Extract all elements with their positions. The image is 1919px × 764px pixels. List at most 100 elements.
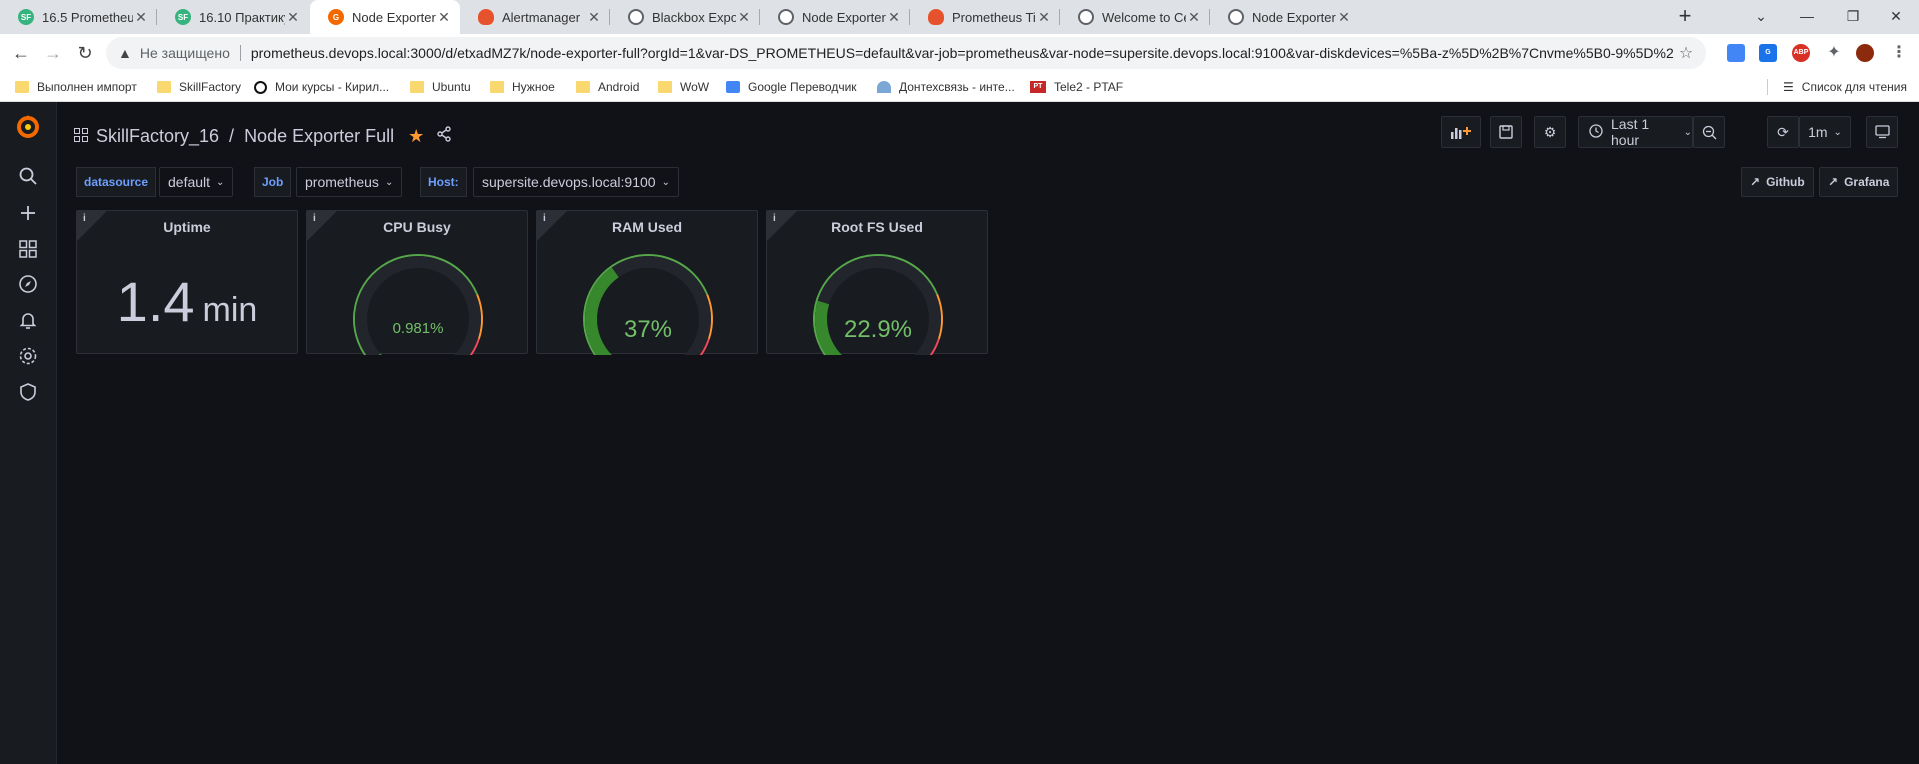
add-panel-button[interactable] xyxy=(1441,116,1481,148)
url-text[interactable]: prometheus.devops.local:3000/d/etxadMZ7k… xyxy=(251,45,1674,61)
warning-icon[interactable]: ▲ xyxy=(118,45,132,61)
close-icon[interactable]: ✕ xyxy=(133,9,149,26)
dashboard-settings-button[interactable]: ⚙ xyxy=(1534,116,1566,148)
save-dashboard-button[interactable] xyxy=(1490,116,1522,148)
folder-icon xyxy=(658,81,672,93)
panel-root-fs-used[interactable]: i Root FS Used 22.9% xyxy=(766,210,988,355)
zoom-out-button[interactable] xyxy=(1693,116,1725,148)
rootfs-gauge: 22.9% xyxy=(813,254,943,355)
tele2-icon: PT xyxy=(1030,81,1046,93)
globe-icon xyxy=(1228,9,1244,25)
insecure-label[interactable]: Не защищено xyxy=(140,45,230,61)
create-plus-icon[interactable] xyxy=(14,202,42,230)
bookmark-folder[interactable]: Ubuntu xyxy=(410,72,471,102)
server-admin-shield-icon[interactable] xyxy=(14,382,42,410)
browser-tab[interactable]: SF 16.10 Практикум | Мо ✕ xyxy=(157,0,309,34)
browser-tab[interactable]: Blackbox Exporter ✕ xyxy=(610,0,760,34)
folder-icon xyxy=(410,81,424,93)
bookmarks-bar: Выполнен импорт SkillFactory Мои курсы -… xyxy=(0,72,1919,102)
panel-ram-used[interactable]: i RAM Used 37% xyxy=(536,210,758,355)
bookmark-link[interactable]: Донтехсвязь - инте... xyxy=(877,72,1015,102)
favorite-star-icon[interactable]: ★ xyxy=(408,126,424,147)
panel-uptime[interactable]: i Uptime 1.4 min xyxy=(76,210,298,354)
reload-icon[interactable]: ↻ xyxy=(73,41,97,65)
browser-tab[interactable]: Node Exporter ✕ xyxy=(760,0,910,34)
bookmark-star-icon[interactable]: ☆ xyxy=(1674,43,1698,63)
new-tab-button[interactable]: + xyxy=(1672,4,1698,30)
variable-select-host[interactable]: supersite.devops.local:9100 ⌄ xyxy=(473,167,679,197)
uptime-unit: min xyxy=(202,291,258,329)
variable-select-job[interactable]: prometheus ⌄ xyxy=(296,167,403,197)
grafana-logo-icon[interactable] xyxy=(14,114,42,142)
close-icon[interactable]: ✕ xyxy=(436,9,452,26)
back-icon[interactable]: ← xyxy=(9,41,33,65)
chevron-down-icon: ⌄ xyxy=(1833,126,1842,138)
close-icon[interactable]: ✕ xyxy=(586,9,602,26)
browser-tab[interactable]: SF 16.5 Prometheus | Мо ✕ xyxy=(0,0,157,34)
close-icon[interactable]: ✕ xyxy=(1036,9,1052,26)
browser-tab-active[interactable]: G Node Exporter Full - G ✕ xyxy=(310,0,460,34)
bookmark-folder[interactable]: Выполнен импорт xyxy=(15,72,137,102)
bookmark-folder[interactable]: Нужное xyxy=(490,72,555,102)
bookmark-folder[interactable]: SkillFactory xyxy=(157,72,241,102)
tab-title: Blackbox Exporter xyxy=(652,9,736,25)
forward-icon[interactable]: → xyxy=(41,41,65,65)
profile-avatar[interactable] xyxy=(1856,44,1874,62)
share-icon[interactable] xyxy=(436,125,452,147)
tab-title: 16.10 Практикум | Мо xyxy=(199,9,285,25)
browser-tab[interactable]: Welcome to CentOS ✕ xyxy=(1060,0,1210,34)
search-icon[interactable] xyxy=(14,166,42,194)
reading-list[interactable]: ☰ Список для чтения xyxy=(1783,72,1907,102)
dashboard-grid-icon xyxy=(74,127,88,145)
tab-search-icon[interactable]: ⌄ xyxy=(1738,0,1784,32)
restore-icon[interactable]: ❐ xyxy=(1830,0,1876,32)
adblock-icon[interactable]: ABP xyxy=(1792,44,1810,62)
bookmark-folder[interactable]: WoW xyxy=(658,72,709,102)
sf-icon: SF xyxy=(18,9,34,25)
tab-title: Node Exporter xyxy=(1252,9,1336,25)
menu-kebab-icon[interactable]: ⋮ xyxy=(1890,44,1908,62)
omnibox[interactable]: ▲ Не защищено prometheus.devops.local:30… xyxy=(106,37,1706,69)
refresh-button[interactable]: ⟳ xyxy=(1767,116,1799,148)
translate-extension-icon[interactable]: G xyxy=(1759,44,1777,62)
tv-mode-button[interactable] xyxy=(1866,116,1898,148)
time-picker-button[interactable]: Last 1 hour ⌄ xyxy=(1578,116,1693,148)
minimize-icon[interactable]: — xyxy=(1784,0,1830,32)
panel-cpu-busy[interactable]: i CPU Busy 0.981% xyxy=(306,210,528,355)
dashboards-icon[interactable] xyxy=(14,238,42,266)
extension-icon[interactable] xyxy=(1727,44,1745,62)
uptime-value: 1.4 min xyxy=(77,269,297,334)
variable-select-datasource[interactable]: default ⌄ xyxy=(159,167,234,197)
browser-tab[interactable]: Prometheus Time Seri ✕ xyxy=(910,0,1060,34)
github-link[interactable]: ↗ Github xyxy=(1741,167,1814,197)
gauge-value-arc xyxy=(815,300,842,355)
close-icon[interactable]: ✕ xyxy=(886,9,902,26)
gauge-value-label: 22.9% xyxy=(844,316,912,343)
close-icon[interactable]: ✕ xyxy=(285,9,301,26)
bookmark-folder[interactable]: Android xyxy=(576,72,639,102)
grafana-link[interactable]: ↗ Grafana xyxy=(1819,167,1899,197)
reading-list-icon: ☰ xyxy=(1783,80,1794,94)
dashboard-folder-link[interactable]: SkillFactory_16 xyxy=(96,126,219,147)
bookmark-link[interactable]: PT Tele2 - PTAF xyxy=(1030,72,1123,102)
panel-title[interactable]: Uptime xyxy=(77,219,297,235)
gear-icon: ⚙ xyxy=(1543,123,1557,140)
uptime-number: 1.4 xyxy=(116,270,195,333)
bookmark-link[interactable]: Мои курсы - Кирил... xyxy=(254,72,389,102)
extensions-puzzle-icon[interactable]: ✦ xyxy=(1825,44,1843,62)
close-icon[interactable]: ✕ xyxy=(736,9,752,26)
alerting-bell-icon[interactable] xyxy=(14,310,42,338)
refresh-interval-picker[interactable]: 1m ⌄ xyxy=(1799,116,1851,148)
close-icon[interactable]: ✕ xyxy=(1336,9,1352,26)
dashboard-title[interactable]: Node Exporter Full xyxy=(244,126,394,147)
explore-compass-icon[interactable] xyxy=(14,274,42,302)
bookmark-link[interactable]: Google Переводчик xyxy=(726,72,857,102)
browser-tab[interactable]: Alertmanager ✕ xyxy=(460,0,610,34)
refresh-icon: ⟳ xyxy=(1777,123,1789,140)
window-close-icon[interactable]: ✕ xyxy=(1873,0,1919,32)
sf-icon: SF xyxy=(175,9,191,25)
browser-tab[interactable]: Node Exporter ✕ xyxy=(1210,0,1360,34)
configuration-gear-icon[interactable] xyxy=(14,346,42,374)
grafana-sidemenu xyxy=(0,102,57,764)
close-icon[interactable]: ✕ xyxy=(1186,9,1202,26)
